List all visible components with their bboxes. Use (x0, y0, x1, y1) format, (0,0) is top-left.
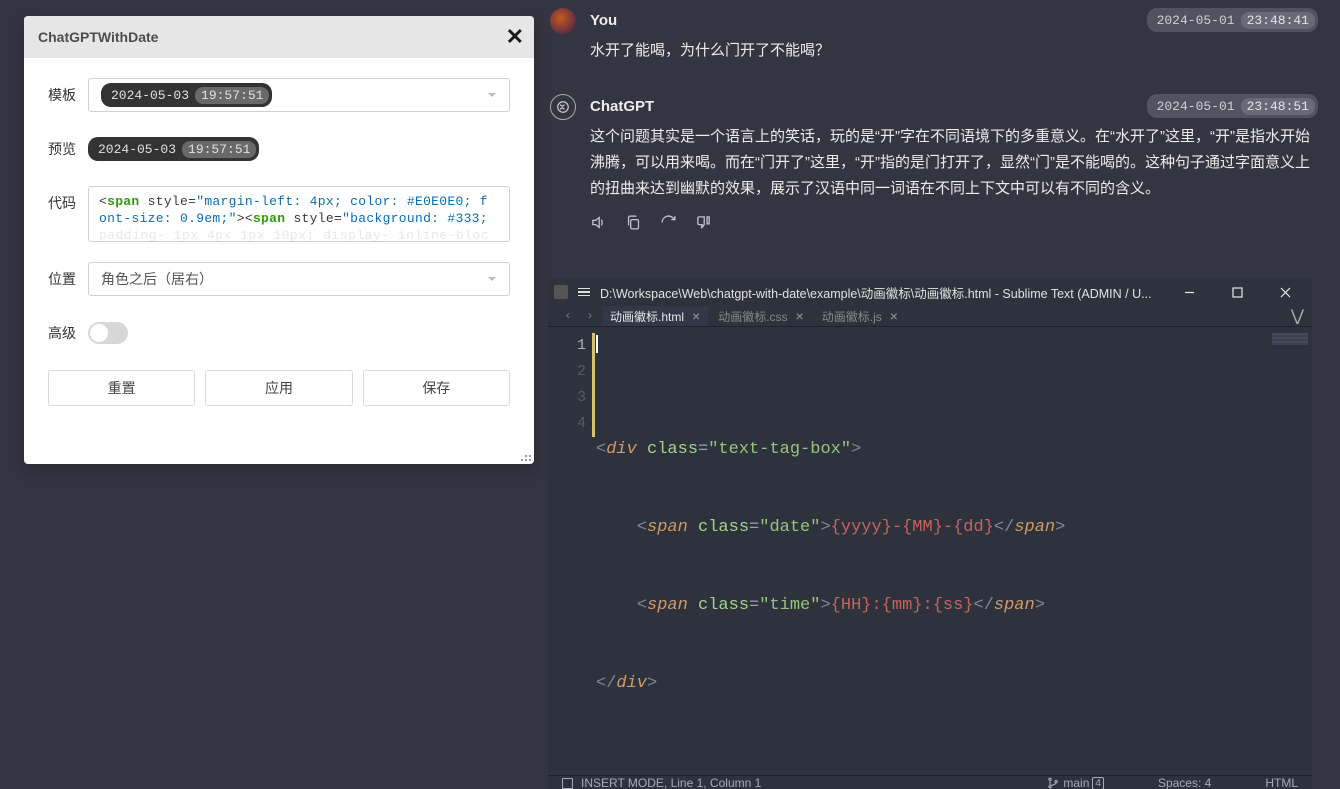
tab-nav-back[interactable]: ‹ (558, 309, 578, 323)
template-badge: 2024-05-03 19:57:51 (101, 83, 272, 107)
position-value: 角色之后（居右） (101, 269, 213, 289)
window-title: D:\Workspace\Web\chatgpt-with-date\examp… (600, 283, 1158, 302)
hamburger-icon[interactable] (578, 288, 590, 297)
save-button[interactable]: 保存 (363, 370, 510, 406)
code-content[interactable]: <div class="text-tag-box"> <span class="… (596, 327, 1312, 775)
timestamp-badge: 2024-05-01 23:48:41 (1147, 8, 1318, 32)
preview-badge: 2024-05-03 19:57:51 (88, 137, 259, 161)
template-select[interactable]: 2024-05-03 19:57:51 (88, 78, 510, 112)
advanced-switch[interactable] (88, 322, 128, 344)
code-input[interactable]: <span style="margin-left: 4px; color: #E… (88, 186, 510, 242)
tab-close-icon[interactable]: × (692, 308, 700, 324)
badge-time: 19:57:51 (182, 141, 256, 158)
author-name: ChatGPT (590, 98, 654, 115)
close-button[interactable] (1264, 278, 1306, 306)
branch-name[interactable]: main (1063, 776, 1089, 789)
git-branch-icon (1047, 777, 1059, 789)
branch-count: 4 (1092, 777, 1104, 789)
dialog-title: ChatGPTWithDate (38, 29, 496, 45)
timestamp-time: 23:48:51 (1241, 98, 1315, 115)
chat-panel: You 2024-05-01 23:48:41 水开了能喝，为什么门开了不能喝？… (550, 0, 1318, 260)
timestamp-time: 23:48:41 (1241, 12, 1315, 29)
status-spaces[interactable]: Spaces: 4 (1158, 776, 1211, 789)
sublime-titlebar[interactable]: D:\Workspace\Web\chatgpt-with-date\examp… (548, 278, 1312, 306)
message-actions (590, 214, 1318, 231)
tab-close-icon[interactable]: × (796, 308, 804, 324)
tab-overflow-icon[interactable]: ⋁ (1291, 306, 1304, 326)
minimap[interactable] (1272, 333, 1308, 345)
position-select[interactable]: 角色之后（居右） (88, 262, 510, 296)
editor-area[interactable]: 1 2 3 4 <div class="text-tag-box"> <span… (548, 327, 1312, 775)
tab-close-icon[interactable]: × (890, 308, 898, 324)
status-box-icon (562, 778, 573, 789)
chevron-down-icon (487, 90, 497, 100)
tab-nav-forward[interactable]: › (580, 309, 600, 323)
assistant-message: ChatGPT 2024-05-01 23:48:51 这个问题其实是一个语言上… (550, 86, 1318, 239)
status-bar: INSERT MODE, Line 1, Column 1 main 4 Spa… (548, 775, 1312, 789)
sublime-window: D:\Workspace\Web\chatgpt-with-date\examp… (548, 278, 1312, 679)
tab-html[interactable]: 动画徽标.html× (602, 306, 708, 326)
label-advanced: 高级 (48, 316, 88, 350)
thumbs-down-icon[interactable] (695, 214, 712, 231)
settings-dialog[interactable]: ChatGPTWithDate ✕ 模板 2024-05-03 19:57:51… (24, 16, 534, 464)
user-message: You 2024-05-01 23:48:41 水开了能喝，为什么门开了不能喝？ (550, 0, 1318, 72)
author-name: You (590, 12, 617, 29)
badge-date: 2024-05-03 (98, 142, 176, 157)
status-lang[interactable]: HTML (1265, 776, 1298, 789)
speaker-icon[interactable] (590, 214, 607, 231)
copy-icon[interactable] (625, 214, 642, 231)
timestamp-date: 2024-05-01 (1157, 99, 1235, 114)
regenerate-icon[interactable] (660, 214, 677, 231)
label-code: 代码 (48, 186, 88, 220)
user-avatar-icon (550, 8, 576, 34)
chevron-down-icon (487, 274, 497, 284)
sublime-logo-icon (554, 285, 568, 299)
timestamp-badge: 2024-05-01 23:48:51 (1147, 94, 1318, 118)
label-preview: 预览 (48, 132, 88, 166)
apply-button[interactable]: 应用 (205, 370, 352, 406)
maximize-button[interactable] (1216, 278, 1258, 306)
label-template: 模板 (48, 78, 88, 112)
gpt-avatar-icon (550, 94, 576, 120)
minimize-button[interactable] (1168, 278, 1210, 306)
resize-grip-icon[interactable] (518, 448, 532, 462)
line-gutter: 1 2 3 4 (548, 327, 596, 775)
sublime-tabs: ‹ › 动画徽标.html× 动画徽标.css× 动画徽标.js× ⋁ (548, 306, 1312, 327)
badge-date: 2024-05-03 (111, 88, 189, 103)
close-icon[interactable]: ✕ (496, 24, 524, 50)
message-text: 水开了能喝，为什么门开了不能喝？ (590, 38, 1318, 64)
reset-button[interactable]: 重置 (48, 370, 195, 406)
tab-css[interactable]: 动画徽标.css× (710, 306, 812, 326)
label-position: 位置 (48, 262, 88, 296)
timestamp-date: 2024-05-01 (1157, 13, 1235, 28)
tab-js[interactable]: 动画徽标.js× (814, 306, 906, 326)
status-mode: INSERT MODE, Line 1, Column 1 (581, 776, 761, 789)
badge-time: 19:57:51 (195, 87, 269, 104)
message-text: 这个问题其实是一个语言上的笑话，玩的是“开”字在不同语境下的多重意义。在“水开了… (590, 124, 1318, 202)
dialog-header: ChatGPTWithDate ✕ (24, 16, 534, 58)
